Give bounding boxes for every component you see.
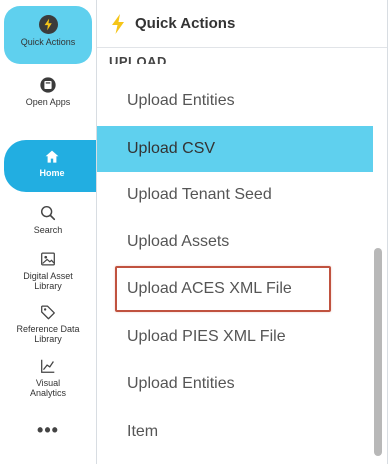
- sidebar-item-quick-actions[interactable]: Quick Actions: [4, 6, 92, 64]
- sidebar-item-label: Open Apps: [25, 97, 71, 107]
- quick-actions-panel: Quick Actions UPLOAD Upload Entities Upl…: [96, 0, 388, 464]
- menu-item-label: Upload Entities: [127, 92, 235, 109]
- image-icon: [39, 250, 57, 268]
- more-options-icon[interactable]: •••: [0, 420, 96, 440]
- sidebar-item-reference-data-library[interactable]: Reference Data Library: [0, 303, 96, 344]
- menu-item-upload-tenant-seed[interactable]: Upload Tenant Seed: [97, 172, 387, 218]
- menu-item-upload-entities-2[interactable]: Upload Entities: [97, 361, 387, 407]
- tag-icon: [39, 303, 57, 321]
- home-icon: [44, 149, 60, 165]
- sidebar-item-label: Search: [33, 225, 63, 235]
- bolt-icon: [112, 13, 124, 34]
- menu-item-label: Upload Assets: [127, 233, 230, 250]
- sidebar-item-open-apps[interactable]: Open Apps: [0, 76, 96, 107]
- open-apps-icon: [39, 76, 57, 94]
- menu-item-upload-entities[interactable]: Upload Entities: [97, 78, 387, 124]
- menu-item-label: Upload CSV: [127, 140, 216, 157]
- menu-item-upload-pies-xml-file[interactable]: Upload PIES XML File: [97, 314, 387, 360]
- sidebar-item-digital-asset-library[interactable]: Digital Asset Library: [0, 250, 96, 291]
- chart-icon: [39, 357, 57, 375]
- menu-item-label: Upload Entities: [127, 375, 235, 392]
- scrollbar[interactable]: [374, 248, 382, 456]
- sidebar-item-visual-analytics[interactable]: Visual Analytics: [0, 357, 96, 398]
- bolt-icon: [38, 15, 58, 34]
- sidebar-item-label: Home: [39, 168, 65, 178]
- sidebar-item-label: Quick Actions: [20, 37, 76, 47]
- section-label-upload: UPLOAD: [109, 54, 167, 64]
- menu-item-upload-csv[interactable]: Upload CSV: [97, 126, 373, 172]
- menu-item-upload-aces-xml-file[interactable]: Upload ACES XML File: [97, 266, 387, 312]
- menu-item-label: Item: [127, 423, 159, 440]
- menu-item-item[interactable]: Item: [97, 409, 387, 455]
- left-sidebar: Quick Actions Open Apps Home Search Digi…: [0, 0, 100, 464]
- sidebar-item-label: Reference Data Library: [16, 324, 80, 344]
- panel-title: Quick Actions: [135, 15, 236, 32]
- panel-header: Quick Actions: [97, 0, 387, 48]
- menu-item-label: Upload PIES XML File: [127, 328, 286, 345]
- menu-item-label: Upload ACES XML File: [127, 280, 292, 297]
- sidebar-item-home[interactable]: Home: [4, 140, 100, 192]
- menu-item-label: Upload Tenant Seed: [127, 186, 272, 203]
- search-icon: [39, 204, 57, 222]
- menu-item-upload-assets[interactable]: Upload Assets: [97, 219, 387, 265]
- sidebar-item-label: Digital Asset Library: [23, 271, 73, 291]
- sidebar-item-label: Visual Analytics: [29, 378, 66, 398]
- sidebar-item-search[interactable]: Search: [0, 204, 96, 235]
